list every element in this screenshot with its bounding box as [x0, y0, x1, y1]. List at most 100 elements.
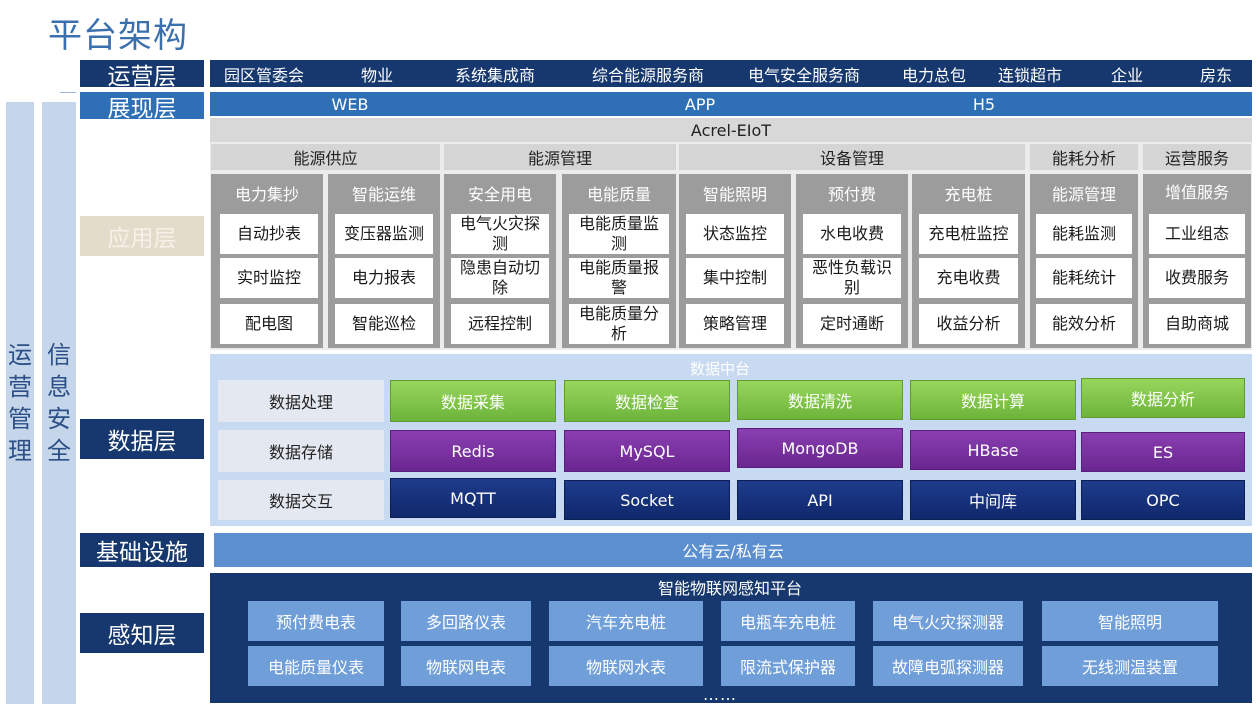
data-row-label: 数据交互 [218, 480, 384, 520]
layer-show: 展现层 [80, 92, 204, 122]
app-item[interactable]: 能效分析 [1036, 304, 1132, 344]
app-item[interactable]: 充电收费 [919, 258, 1018, 298]
device-item[interactable]: 物联网电表 [401, 646, 531, 686]
ops-item: 电力总包 [901, 65, 966, 85]
column-title: 电能质量 [586, 185, 651, 204]
category-ops-service: 运营服务 [1143, 144, 1251, 170]
app-item[interactable]: 实时监控 [220, 258, 318, 298]
device-item[interactable]: 限流式保护器 [721, 646, 855, 686]
data-row-label: 数据存储 [218, 430, 384, 472]
ops-item: 连锁超市 [997, 65, 1062, 85]
data-interaction-item[interactable]: MQTT [390, 478, 556, 518]
data-process-item[interactable]: 数据采集 [390, 380, 556, 422]
app-item[interactable]: 自助商城 [1149, 304, 1245, 344]
column-title: 充电桩 [944, 185, 993, 204]
data-storage-item[interactable]: MongoDB [737, 428, 903, 468]
app-item[interactable]: 电能质量监测 [569, 214, 669, 254]
app-item[interactable]: 工业组态 [1149, 214, 1245, 254]
app-item[interactable]: 能耗监测 [1036, 214, 1132, 254]
layer-data: 数据层 [80, 419, 204, 459]
device-item[interactable]: 无线测温装置 [1042, 646, 1218, 686]
app-item[interactable]: 集中控制 [686, 258, 784, 298]
ops-item: 物业 [360, 65, 393, 85]
layer-ops: 运营层 [80, 60, 204, 90]
data-storage-item[interactable]: HBase [910, 430, 1076, 470]
column-title: 电力集抄 [234, 185, 299, 204]
data-storage-item[interactable]: MySQL [564, 430, 730, 472]
title-divider [60, 92, 76, 93]
data-process-item[interactable]: 数据清洗 [737, 380, 903, 420]
show-item-h5: H5 [972, 94, 996, 114]
app-item[interactable]: 自动抄表 [220, 214, 318, 254]
app-item[interactable]: 配电图 [220, 304, 318, 344]
data-row-label: 数据处理 [218, 380, 384, 422]
device-item[interactable]: 智能照明 [1042, 601, 1218, 641]
data-interaction-item[interactable]: OPC [1081, 480, 1245, 520]
data-storage-item[interactable]: Redis [390, 430, 556, 472]
data-process-item[interactable]: 数据检查 [564, 380, 730, 422]
category-device-mgmt: 设备管理 [679, 144, 1025, 170]
app-item[interactable]: 电能质量报警 [569, 258, 669, 298]
app-item[interactable]: 恶性负载识别 [803, 258, 901, 298]
device-item[interactable]: 电气火灾探测器 [873, 601, 1023, 641]
ops-item: 房东 [1199, 65, 1232, 85]
page-title: 平台架构 [48, 16, 188, 56]
layer-app: 应用层 [80, 216, 204, 256]
ops-item: 园区管委会 [223, 65, 304, 85]
app-item[interactable]: 电力报表 [335, 258, 433, 298]
infra-cloud-bar: 公有云/私有云 [214, 533, 1252, 567]
device-item[interactable]: 电瓶车充电桩 [721, 601, 855, 641]
data-process-item[interactable]: 数据计算 [910, 380, 1076, 420]
data-interaction-item[interactable]: 中间库 [910, 480, 1076, 520]
category-energy-supply: 能源供应 [211, 144, 440, 170]
app-item[interactable]: 远程控制 [451, 304, 549, 344]
more-indicator: …… [703, 684, 737, 704]
ops-item: 综合能源服务商 [591, 65, 704, 85]
device-item[interactable]: 多回路仪表 [401, 601, 531, 641]
column-title: 智能照明 [702, 185, 767, 204]
ops-item: 企业 [1110, 65, 1143, 85]
data-interaction-item[interactable]: API [737, 480, 903, 520]
device-item[interactable]: 物联网水表 [549, 646, 703, 686]
data-interaction-item[interactable]: Socket [564, 480, 730, 520]
device-item[interactable]: 电能质量仪表 [248, 646, 384, 686]
app-item[interactable]: 隐患自动切除 [451, 258, 549, 298]
category-energy-analysis: 能耗分析 [1030, 144, 1138, 170]
app-item[interactable]: 电能质量分析 [569, 304, 669, 344]
app-item[interactable]: 收益分析 [919, 304, 1018, 344]
app-item[interactable]: 定时通断 [803, 304, 901, 344]
app-item[interactable]: 电气火灾探测 [451, 214, 549, 254]
ops-item: 电气安全服务商 [747, 65, 860, 85]
show-item-web: WEB [331, 94, 369, 114]
sense-platform-title: 智能物联网感知平台 [657, 579, 802, 598]
info-security-bar: 信息安全 [42, 102, 76, 704]
device-item[interactable]: 预付费电表 [248, 601, 384, 641]
layer-sense: 感知层 [80, 613, 204, 653]
data-process-item[interactable]: 数据分析 [1081, 378, 1245, 418]
data-storage-item[interactable]: ES [1081, 432, 1245, 472]
app-item[interactable]: 收费服务 [1149, 258, 1245, 298]
app-item[interactable]: 状态监控 [686, 214, 784, 254]
app-item[interactable]: 充电桩监控 [919, 214, 1018, 254]
ops-item: 系统集成商 [454, 65, 535, 85]
device-item[interactable]: 故障电弧探测器 [873, 646, 1023, 686]
ops-management-label: 运营管理 [8, 341, 32, 465]
app-item[interactable]: 智能巡检 [335, 304, 433, 344]
column-title: 预付费 [827, 185, 876, 204]
data-center-title: 数据中台 [689, 359, 750, 378]
app-item[interactable]: 变压器监测 [335, 214, 433, 254]
column-title: 智能运维 [351, 185, 416, 204]
app-item[interactable]: 水电收费 [803, 214, 901, 254]
device-item[interactable]: 汽车充电桩 [549, 601, 703, 641]
column-title: 增值服务 [1164, 183, 1229, 202]
platform-name: Acrel-EIoT [210, 118, 1252, 142]
app-item[interactable]: 能耗统计 [1036, 258, 1132, 298]
app-item[interactable]: 策略管理 [686, 304, 784, 344]
info-security-label: 信息安全 [47, 341, 71, 465]
column-title: 安全用电 [467, 185, 532, 204]
show-item-app: APP [684, 94, 716, 114]
column-title: 能源管理 [1051, 185, 1116, 204]
layer-infra: 基础设施 [80, 533, 204, 567]
ops-management-bar: 运营管理 [6, 102, 34, 704]
category-energy-mgmt: 能源管理 [444, 144, 676, 170]
